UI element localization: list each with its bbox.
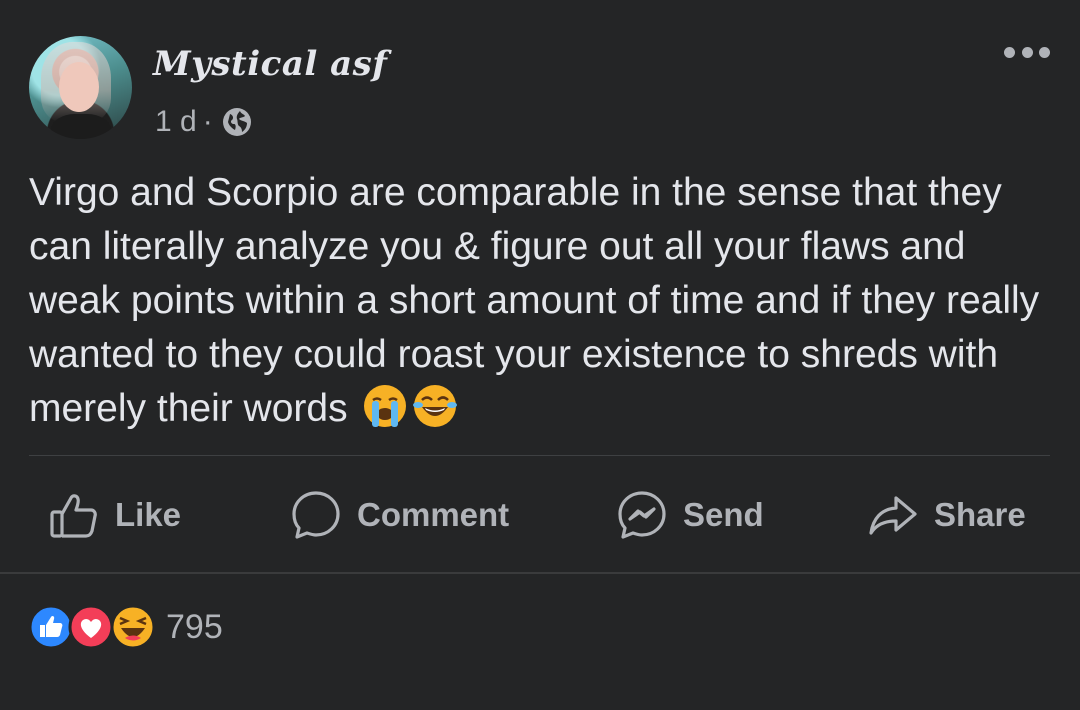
more-options-button[interactable] [1004, 40, 1050, 64]
post-card: Mystical asf 1 d · Virgo and Scorpio are… [0, 0, 1080, 710]
post-meta: 1 d · [155, 105, 253, 139]
comment-button[interactable]: Comment [289, 484, 509, 546]
send-label: Send [683, 496, 764, 533]
author-name[interactable]: Mystical asf [153, 44, 387, 84]
post-text: Virgo and Scorpio are comparable in the … [29, 166, 1059, 436]
messenger-icon [618, 491, 666, 539]
reaction-icons [28, 604, 158, 650]
more-dot [1004, 46, 1015, 58]
send-button[interactable]: Send [615, 484, 764, 546]
globe-icon [222, 108, 251, 136]
haha-reaction-icon [110, 604, 156, 650]
avatar-shoulders [51, 114, 111, 139]
face-with-tears-of-joy-icon [413, 385, 458, 427]
comment-label: Comment [357, 496, 510, 533]
reactions-summary[interactable]: 795 [28, 604, 223, 650]
loudly-crying-face-icon [364, 385, 407, 427]
meta-separator: · [202, 105, 213, 138]
love-reaction-icon [68, 604, 114, 650]
more-dot [1021, 46, 1033, 58]
like-button[interactable]: Like [47, 484, 181, 546]
thumbs-up-icon [50, 494, 97, 538]
share-arrow-icon [869, 496, 917, 535]
like-label: Like [115, 496, 182, 533]
actions-divider [0, 572, 1080, 574]
share-button[interactable]: Share [866, 484, 1026, 546]
reaction-count: 795 [166, 607, 223, 646]
more-dot [1039, 46, 1050, 58]
content-divider [29, 455, 1050, 456]
avatar-face [59, 62, 99, 112]
share-label: Share [934, 496, 1026, 533]
comment-icon [292, 491, 340, 539]
timestamp[interactable]: 1 d [155, 105, 197, 139]
post-text-body: Virgo and Scorpio are comparable in the … [29, 171, 1040, 430]
avatar[interactable] [29, 36, 132, 139]
